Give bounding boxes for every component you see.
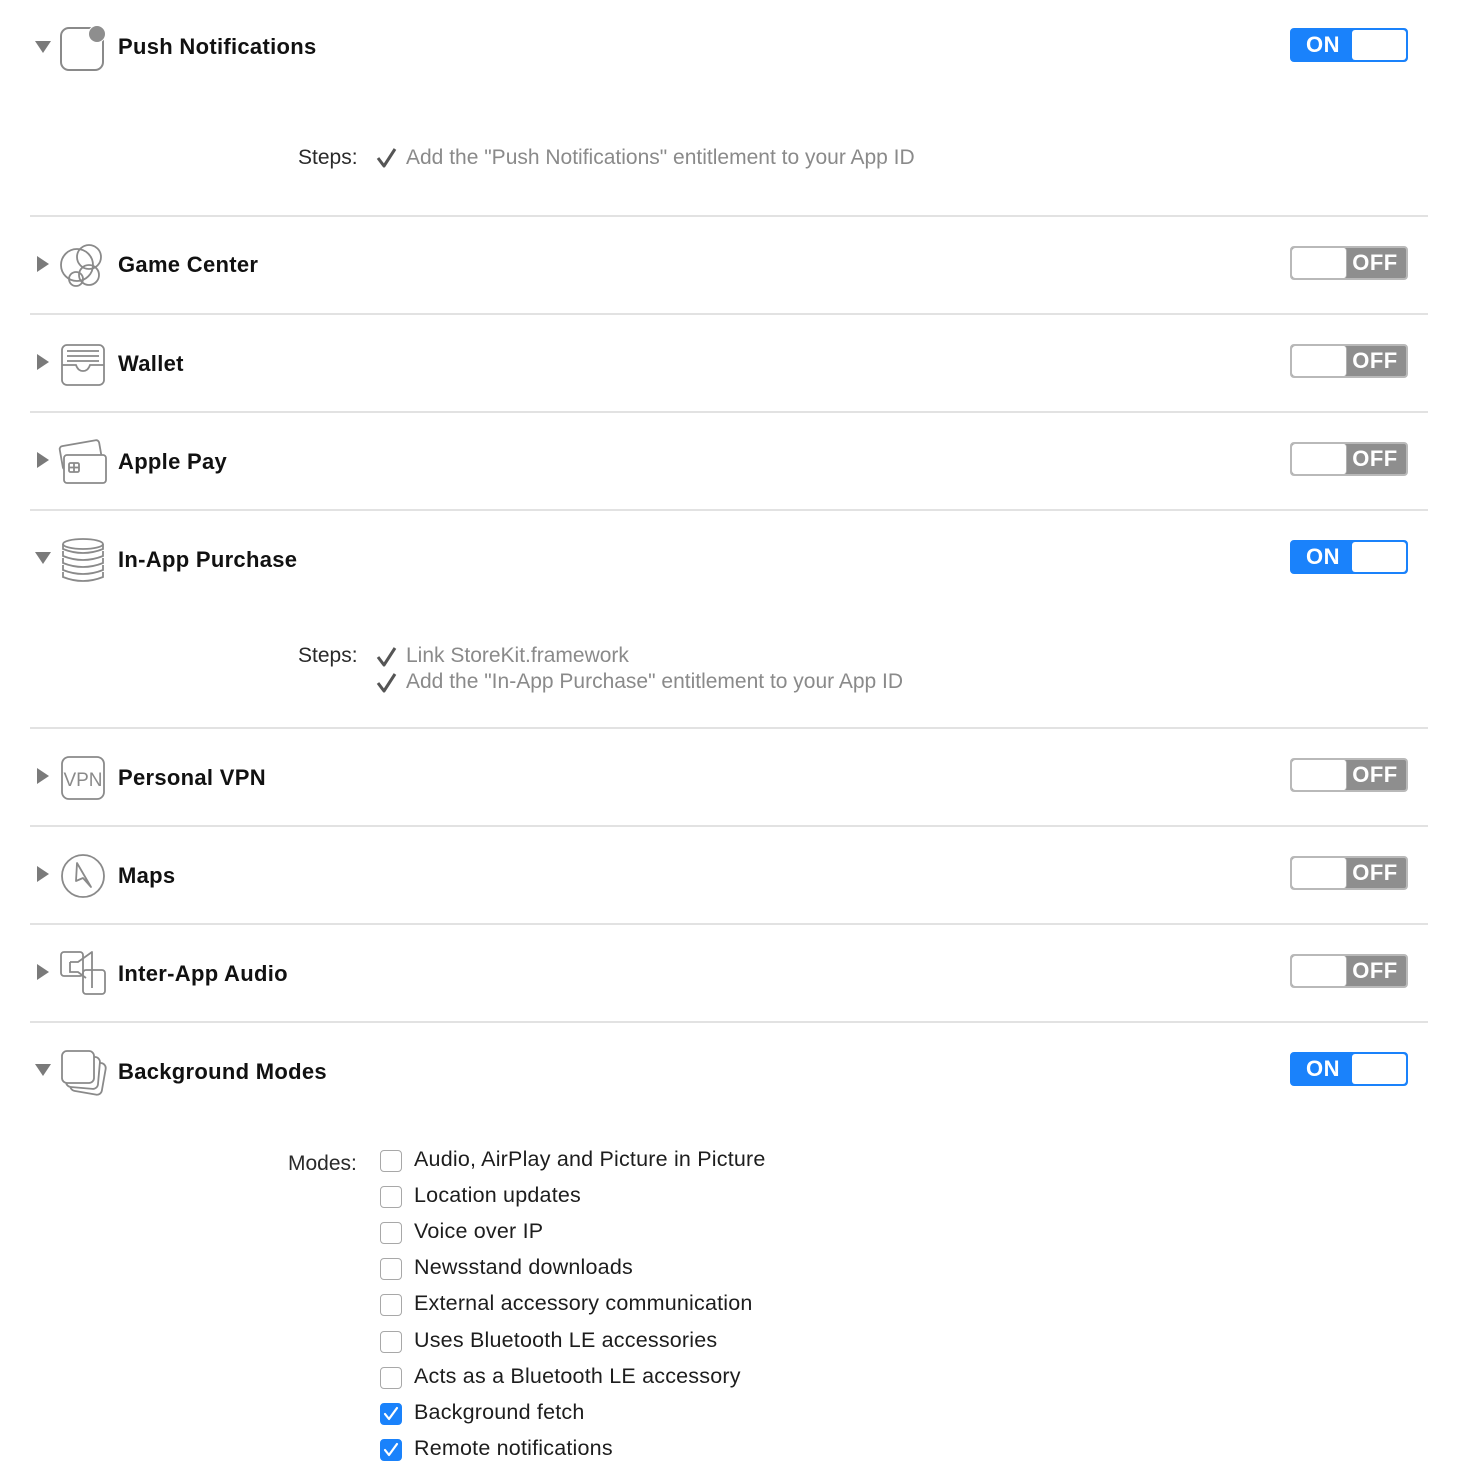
disclosure-triangle-collapsed-icon[interactable] <box>34 353 52 371</box>
capability-row-personal-vpn: VPN Personal VPN OFF <box>30 729 1428 826</box>
checkbox-unchecked[interactable] <box>380 1258 402 1281</box>
mode-label: Newsstand downloads <box>414 1255 633 1280</box>
disclosure-triangle-expanded-icon[interactable] <box>34 549 52 567</box>
checkbox-checked[interactable] <box>380 1438 402 1461</box>
toggle-state-label: OFF <box>1352 958 1398 983</box>
capability-toggle[interactable]: ON <box>1290 28 1408 62</box>
steps-label: Steps: <box>298 146 358 169</box>
push-notifications-icon <box>58 23 108 73</box>
disclosure-triangle-collapsed-icon[interactable] <box>34 767 52 785</box>
capability-row-background-modes: Background Modes ON Modes: Audio, AirPla… <box>30 1023 1428 1480</box>
step-text: Link StoreKit.framework <box>406 644 629 667</box>
disclosure-triangle-collapsed-icon[interactable] <box>34 451 52 469</box>
personal-vpn-icon: VPN <box>58 753 108 803</box>
disclosure-triangle-collapsed-icon[interactable] <box>34 865 52 883</box>
apple-pay-icon <box>58 437 108 487</box>
checkmark-icon <box>375 646 397 668</box>
maps-compass-icon <box>58 851 108 901</box>
disclosure-triangle-collapsed-icon[interactable] <box>34 963 52 981</box>
toggle-state-label: OFF <box>1352 860 1398 885</box>
steps-label: Steps: <box>298 644 358 667</box>
vpn-icon-text: VPN <box>63 770 102 791</box>
checkmark-icon <box>383 1406 399 1420</box>
in-app-purchase-icon <box>58 535 108 585</box>
capability-row-maps: Maps OFF <box>30 827 1428 924</box>
checkbox-unchecked[interactable] <box>380 1294 402 1317</box>
checkbox-unchecked[interactable] <box>380 1186 402 1209</box>
toggle-knob <box>1292 346 1347 376</box>
toggle-state-label: OFF <box>1352 446 1398 471</box>
checkbox-unchecked[interactable] <box>380 1366 402 1389</box>
disclosure-triangle-collapsed-icon[interactable] <box>34 255 52 273</box>
toggle-state-label: ON <box>1306 544 1340 569</box>
capability-row-in-app-purchase: In-App Purchase ON Steps: Link StoreKit.… <box>30 511 1428 728</box>
checkbox-unchecked[interactable] <box>380 1150 402 1172</box>
checkmark-icon <box>375 672 397 694</box>
step-text: Add the "Push Notifications" entitlement… <box>406 146 915 169</box>
mode-label: Audio, AirPlay and Picture in Picture <box>414 1147 766 1171</box>
toggle-knob <box>1292 858 1347 888</box>
mode-label: Remote notifications <box>414 1435 613 1460</box>
wallet-icon <box>58 340 108 390</box>
toggle-knob <box>1292 444 1347 474</box>
inter-app-audio-icon <box>58 948 108 998</box>
toggle-knob <box>1352 30 1406 60</box>
mode-label: Background fetch <box>414 1399 585 1424</box>
capability-title: In-App Purchase <box>118 547 298 572</box>
toggle-state-label: OFF <box>1352 762 1398 787</box>
disclosure-triangle-expanded-icon[interactable] <box>34 38 52 56</box>
capability-toggle[interactable]: ON <box>1290 540 1408 574</box>
capability-row-push-notifications: Push Notifications ON Steps: Add the "Pu… <box>30 0 1428 216</box>
capability-toggle[interactable]: OFF <box>1290 344 1408 378</box>
toggle-knob <box>1292 956 1347 986</box>
capability-toggle[interactable]: OFF <box>1290 442 1408 476</box>
capability-toggle[interactable]: OFF <box>1290 856 1408 890</box>
mode-label: Uses Bluetooth LE accessories <box>414 1327 718 1352</box>
capability-row-wallet: Wallet OFF <box>30 315 1428 412</box>
mode-label: Voice over IP <box>414 1219 544 1244</box>
game-center-icon <box>58 241 108 291</box>
mode-label: Acts as a Bluetooth LE accessory <box>414 1363 741 1388</box>
checkbox-unchecked[interactable] <box>380 1222 402 1245</box>
capability-row-game-center: Game Center OFF <box>30 217 1428 314</box>
modes-list: Audio, AirPlay and Picture in Picture Loc… <box>0 1023 1458 1480</box>
capability-row-inter-app-audio: Inter-App Audio OFF <box>30 925 1428 1022</box>
capability-toggle[interactable]: OFF <box>1290 954 1408 988</box>
checkmark-icon <box>375 147 397 169</box>
capability-row-apple-pay: Apple Pay OFF <box>30 413 1428 510</box>
capability-title: Wallet <box>118 351 184 376</box>
mode-label: Location updates <box>414 1183 581 1208</box>
capability-title: Apple Pay <box>118 449 228 474</box>
step-text: Add the "In-App Purchase" entitlement to… <box>406 670 904 693</box>
toggle-knob <box>1292 760 1347 790</box>
checkmark-icon <box>383 1442 399 1456</box>
capability-title: Inter-App Audio <box>118 961 288 986</box>
toggle-state-label: OFF <box>1352 348 1398 373</box>
checkbox-checked[interactable] <box>380 1402 402 1425</box>
capability-toggle[interactable]: OFF <box>1290 758 1408 792</box>
checkbox-unchecked[interactable] <box>380 1330 402 1353</box>
toggle-knob <box>1292 248 1347 278</box>
capability-title: Maps <box>118 863 176 888</box>
capability-title: Game Center <box>118 252 259 277</box>
capability-title: Push Notifications <box>118 34 317 59</box>
toggle-state-label: OFF <box>1352 250 1398 275</box>
capability-title: Personal VPN <box>118 765 266 790</box>
toggle-knob <box>1352 542 1406 572</box>
toggle-state-label: ON <box>1306 32 1340 57</box>
capability-toggle[interactable]: OFF <box>1290 246 1408 280</box>
mode-label: External accessory communication <box>414 1291 753 1316</box>
